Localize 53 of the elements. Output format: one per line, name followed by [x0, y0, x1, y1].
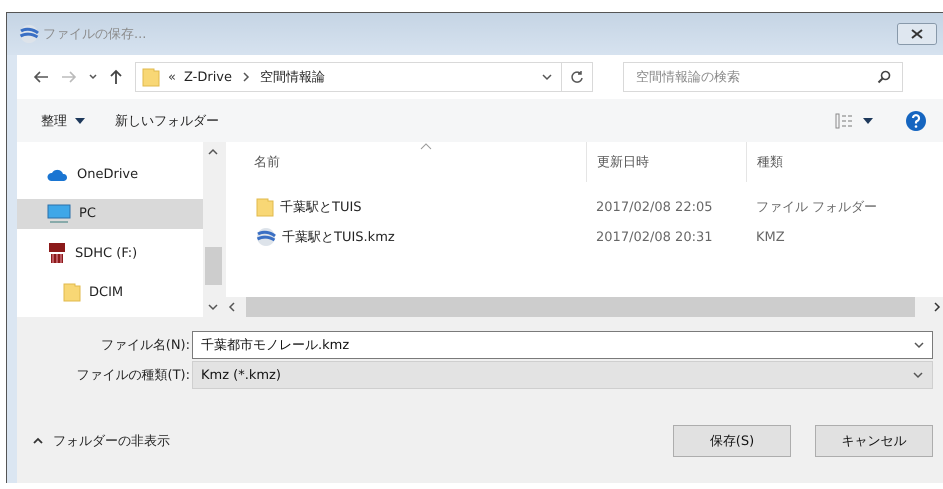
close-icon	[910, 29, 924, 39]
folder-icon	[256, 197, 274, 217]
column-header[interactable]: 更新日時	[586, 142, 746, 182]
dropdown-triangle-icon	[863, 118, 873, 124]
chevron-down-icon	[89, 74, 97, 80]
details-view-icon	[835, 112, 855, 128]
column-header[interactable]: 名前	[226, 142, 586, 182]
window-title: ファイルの保存...	[43, 26, 148, 43]
file-name-label: ファイル名(N):	[100, 337, 190, 354]
sd-card-icon	[47, 242, 67, 264]
view-options-button[interactable]	[835, 112, 873, 128]
file-name[interactable]: 千葉駅とTUIS	[280, 198, 362, 216]
globe-icon	[19, 24, 39, 44]
vertical-scrollbar[interactable]	[202, 142, 224, 317]
column-header[interactable]: 種類	[746, 142, 943, 182]
search-field[interactable]: 空間情報論の検索	[623, 62, 903, 92]
file-type-label: ファイルの種類(T):	[76, 367, 190, 384]
recent-locations-button[interactable]	[87, 72, 99, 82]
address-bar[interactable]: « Z-Drive 空間情報論	[135, 62, 593, 92]
file-name[interactable]: 千葉駅とTUIS.kmz	[282, 228, 395, 246]
folder-icon	[142, 67, 160, 87]
close-button[interactable]	[897, 23, 937, 45]
scrollbar-thumb[interactable]	[204, 247, 222, 285]
sidebar-item[interactable]: PC	[17, 199, 203, 228]
file-name-field[interactable]: 千葉都市モノレール.kmz	[192, 331, 933, 359]
sidebar-label: PC	[79, 206, 96, 222]
breadcrumb[interactable]: 空間情報論	[260, 68, 325, 86]
sidebar-item[interactable]: OneDrive	[17, 160, 203, 190]
hide-folders-button[interactable]: フォルダーの非表示	[33, 432, 649, 450]
date-cell-text: 2017/02/08 20:31	[595, 230, 714, 244]
overflow-chevron: «	[168, 70, 176, 84]
save-button[interactable]: 保存(S)	[673, 425, 791, 457]
sidebar-item[interactable]: SDHC (F:)	[17, 238, 203, 268]
type-cell-text: ファイル フォルダー	[755, 199, 878, 216]
dropdown-triangle-icon	[75, 118, 85, 124]
refresh-icon	[570, 70, 584, 84]
folder-icon	[63, 282, 81, 302]
cloud-icon	[47, 168, 69, 182]
monitor-icon	[47, 204, 71, 224]
organize-button[interactable]: 整理	[41, 112, 85, 130]
sidebar-label: SDHC (F:)	[75, 246, 138, 261]
sidebar-item[interactable]: DCIM	[17, 278, 203, 307]
chevron-up-icon	[33, 437, 43, 445]
date-cell-text: 2017/02/08 22:05	[595, 200, 714, 214]
cancel-button[interactable]: キャンセル	[815, 425, 933, 457]
new-folder-button[interactable]: 新しいフォルダー	[115, 112, 219, 130]
file-type-dropdown[interactable]: Kmz (*.kmz)	[192, 361, 933, 389]
type-cell-text: KMZ	[755, 230, 786, 244]
sidebar-label: OneDrive	[77, 167, 138, 182]
breadcrumb[interactable]: Z-Drive	[184, 70, 232, 84]
search-icon	[877, 70, 891, 84]
globe-icon	[256, 227, 276, 247]
sidebar-label: DCIM	[89, 284, 124, 300]
